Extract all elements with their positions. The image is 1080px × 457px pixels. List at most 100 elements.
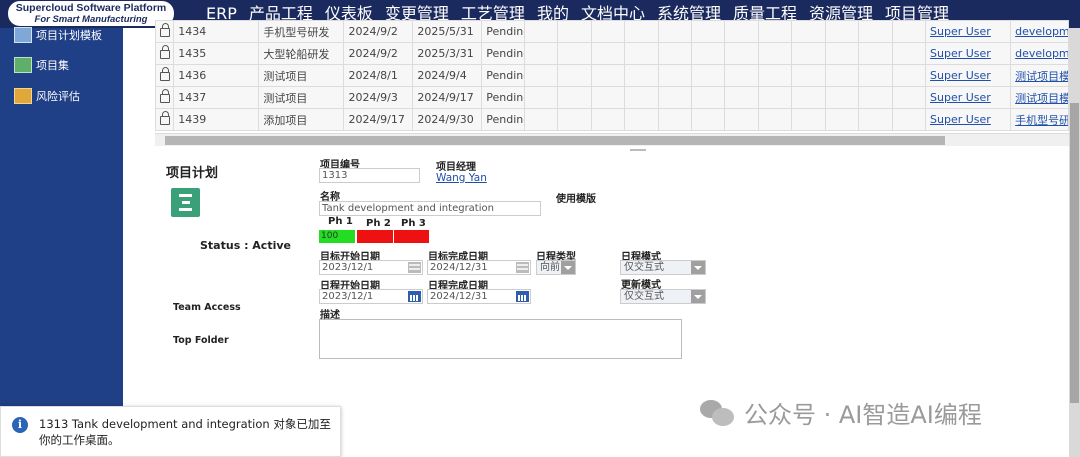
cell-start: 2024/9/2 (343, 42, 414, 65)
cell-end: 2025/5/31 (412, 20, 483, 43)
cell-state: Pending (481, 64, 525, 87)
template-link[interactable]: 测试项目模 (1015, 92, 1067, 105)
brand-name: Supercloud Software Platform (15, 2, 167, 14)
phase-1-label: Ph 1 (328, 216, 353, 227)
project-plan-icon (171, 188, 200, 217)
phase-3-label: Ph 3 (401, 218, 426, 229)
schedule-mode-value: 仅交互式 (624, 262, 664, 273)
lock-icon (159, 89, 170, 103)
cell-name: 大型轮船研发 (258, 42, 345, 65)
cell-start: 2024/9/3 (343, 86, 414, 109)
manager-label: 项目经理 (436, 162, 476, 173)
sidebar-item-risk-assessment[interactable]: 风险评估 (14, 87, 80, 105)
phase-3-bar[interactable] (394, 230, 429, 243)
panel-splitter-handle[interactable] (630, 149, 646, 151)
owner-link[interactable]: Super User (930, 47, 991, 60)
cell-id: 1434 (173, 20, 260, 43)
sidebar-item-label: 项目计划模板 (36, 29, 102, 42)
schedule-mode-select[interactable]: 仅交互式 (620, 260, 706, 275)
use-template-label: 使用模版 (556, 194, 596, 205)
update-mode-value: 仅交互式 (624, 291, 664, 302)
chevron-down-icon (691, 261, 705, 274)
top-folder-label: Top Folder (173, 335, 229, 346)
vertical-scrollbar-thumb[interactable] (1070, 103, 1079, 403)
project-no-field[interactable]: 1313 (319, 168, 420, 183)
chevron-down-icon (691, 290, 705, 303)
owner-link[interactable]: Super User (930, 91, 991, 104)
cell-state: Pending (481, 20, 525, 43)
phase-1-bar[interactable]: 100 (319, 230, 355, 243)
table-row[interactable]: 1435 大型轮船研发 2024/9/2 2025/3/31 Pending S… (154, 42, 1069, 65)
sched-start-field[interactable]: 2023/12/1 (319, 289, 423, 304)
cell-end: 2024/9/30 (412, 108, 483, 131)
template-link[interactable]: developme (1015, 47, 1067, 60)
table-row[interactable]: 1439 添加项目 2024/9/17 2024/9/30 Pending Su… (154, 108, 1069, 131)
team-access-label: Team Access (173, 302, 241, 313)
name-field[interactable]: Tank development and integration (319, 201, 541, 216)
vertical-scrollbar[interactable] (1069, 28, 1080, 457)
target-end-value: 2024/12/31 (430, 262, 488, 273)
notification-message: 1313 Tank development and integration 对象… (39, 417, 331, 447)
program-icon (14, 57, 32, 73)
target-end-field[interactable]: 2024/12/31 (427, 260, 531, 275)
cell-start: 2024/9/2 (343, 20, 414, 43)
lock-icon (159, 111, 170, 125)
sidebar-item-project-plan-template[interactable]: 项目计划模板 (14, 26, 102, 44)
schedule-type-value: 向前 (540, 262, 560, 273)
owner-link[interactable]: Super User (930, 113, 991, 126)
horizontal-scrollbar-thumb[interactable] (165, 136, 945, 145)
cell-start: 2024/9/17 (343, 108, 414, 131)
target-start-value: 2023/12/1 (322, 262, 374, 273)
cell-name: 手机型号研发 (258, 20, 345, 43)
table-row[interactable]: 1437 测试项目 2024/9/3 2024/9/17 Pending Sup… (154, 86, 1069, 109)
cell-end: 2024/9/17 (412, 86, 483, 109)
manager-link[interactable]: Wang Yan (436, 172, 487, 184)
template-link[interactable]: 测试项目模 (1015, 70, 1067, 83)
watermark-text: 公众号 · AI智造AI编程 (744, 401, 982, 429)
watermark: 公众号 · AI智造AI编程 (700, 395, 982, 430)
brand-logo[interactable]: Supercloud Software Platform For Smart M… (8, 1, 174, 26)
phase-2-bar[interactable] (357, 230, 393, 243)
cell-id: 1437 (173, 86, 260, 109)
project-table: 1434 手机型号研发 2024/9/2 2025/5/31 Pending S… (154, 20, 1069, 131)
cell-name: 测试项目 (258, 86, 345, 109)
cell-state: Pending (481, 42, 525, 65)
sidebar-item-label: 项目集 (36, 59, 69, 72)
update-mode-select[interactable]: 仅交互式 (620, 289, 706, 304)
sched-end-value: 2024/12/31 (430, 291, 488, 302)
lock-icon (159, 67, 170, 81)
cell-start: 2024/8/1 (343, 64, 414, 87)
chevron-down-icon (561, 261, 575, 274)
cell-id: 1435 (173, 42, 260, 65)
target-start-field[interactable]: 2023/12/1 (319, 260, 423, 275)
template-icon (14, 27, 32, 43)
section-title: 项目计划 (166, 166, 219, 181)
calendar-icon[interactable] (408, 291, 421, 302)
calendar-icon[interactable] (516, 291, 529, 302)
wechat-icon (700, 398, 736, 428)
sidebar-item-program[interactable]: 项目集 (14, 56, 69, 74)
phase-2-label: Ph 2 (366, 218, 391, 229)
info-icon: i (12, 417, 28, 433)
table-row[interactable]: 1434 手机型号研发 2024/9/2 2025/5/31 Pending S… (154, 20, 1069, 43)
calendar-icon[interactable] (408, 262, 421, 273)
table-row[interactable]: 1436 测试项目 2024/8/1 2024/9/4 Pending Supe… (154, 64, 1069, 87)
cell-end: 2024/9/4 (412, 64, 483, 87)
owner-link[interactable]: Super User (930, 69, 991, 82)
status-label: Status : Active (200, 239, 291, 252)
cell-state: Pending (481, 108, 525, 131)
horizontal-scrollbar[interactable] (155, 133, 1069, 146)
template-link[interactable]: 手机型号研 (1015, 114, 1067, 127)
cell-name: 添加项目 (258, 108, 345, 131)
cell-id: 1436 (173, 64, 260, 87)
cell-id: 1439 (173, 108, 260, 131)
description-textarea[interactable] (319, 319, 682, 359)
sched-end-field[interactable]: 2024/12/31 (427, 289, 531, 304)
sidebar-item-label: 风险评估 (36, 90, 80, 103)
lock-icon (159, 45, 170, 59)
schedule-type-select[interactable]: 向前 (536, 260, 576, 275)
template-link[interactable]: developme (1015, 25, 1067, 38)
calendar-icon[interactable] (516, 262, 529, 273)
owner-link[interactable]: Super User (930, 25, 991, 38)
lock-icon (159, 23, 170, 37)
